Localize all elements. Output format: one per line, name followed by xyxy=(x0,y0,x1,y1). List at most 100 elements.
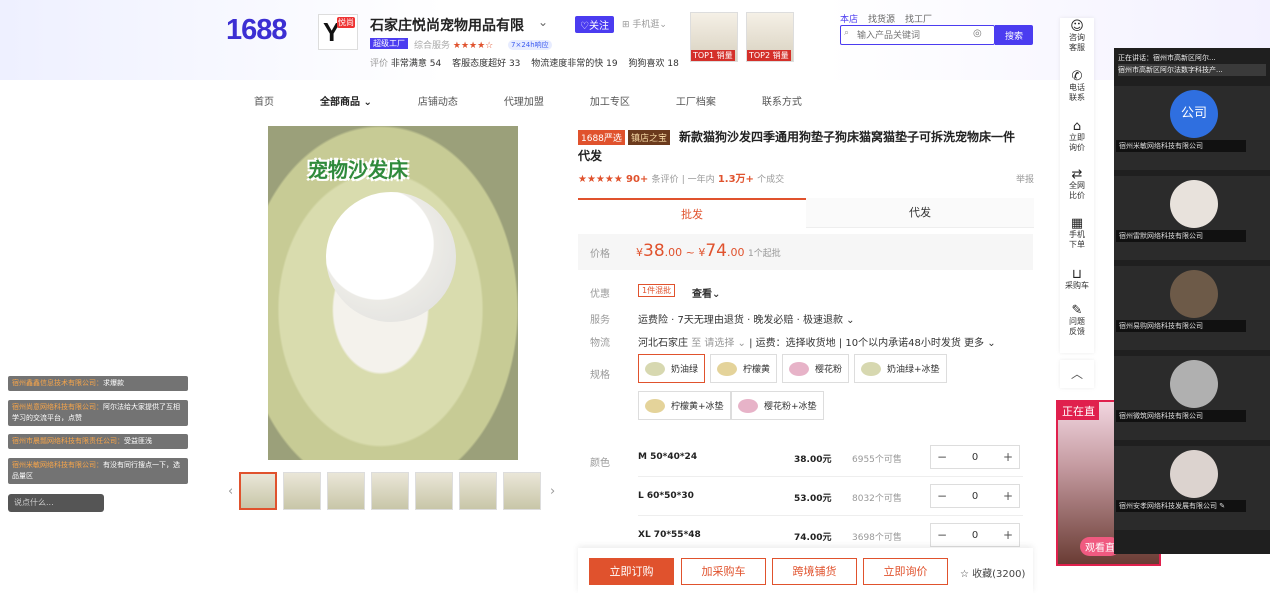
shipping-promise: 10个以内承诺48小时发货 xyxy=(845,338,961,349)
sidebar-item-chat[interactable]: ☺ 咨询 客服 xyxy=(1060,19,1094,53)
spec-option[interactable]: 奶油绿 xyxy=(638,354,706,383)
spec-option[interactable]: 奶油绿+冰垫 xyxy=(854,354,947,383)
add-cart-button[interactable]: 加采购车 xyxy=(681,558,766,585)
participant-tile[interactable]: 公司 宿州米敏网络科技有限公司 xyxy=(1114,86,1270,170)
minus-icon[interactable]: − xyxy=(937,489,947,503)
follow-button[interactable]: ♡关注 xyxy=(575,16,614,33)
inquiry-button[interactable]: 立即询价 xyxy=(863,558,948,585)
spec-option-label: 樱花粉 xyxy=(815,365,843,375)
back-to-top-button[interactable]: ︿ xyxy=(1060,360,1094,388)
spec-swatch xyxy=(789,361,809,376)
sidebar-item-compare[interactable]: ⇄ 全网 比价 xyxy=(1060,168,1094,201)
sidebar-item-label: 电话 联系 xyxy=(1069,83,1085,102)
camera-icon[interactable]: ◎ xyxy=(973,28,982,39)
quantity-value[interactable]: 0 xyxy=(972,452,978,463)
offers-view-link[interactable]: 查看⌄ xyxy=(692,285,720,300)
nav-all-products[interactable]: 全部商品 ⌄ xyxy=(320,93,372,108)
shop-name[interactable]: 石家庄悦尚宠物用品有限 xyxy=(370,15,524,35)
report-link[interactable]: 举报 xyxy=(1016,172,1034,185)
minus-icon[interactable]: − xyxy=(937,450,947,464)
top-product-thumb[interactable]: TOP2 销量 xyxy=(746,12,794,62)
nav-shop-news[interactable]: 店铺动态 xyxy=(418,93,458,108)
tab-wholesale[interactable]: 批发 xyxy=(578,198,806,228)
nav-agent[interactable]: 代理加盟 xyxy=(504,93,544,108)
plus-icon[interactable]: + xyxy=(1003,528,1013,542)
rating-item: 物流速度非常的快 19 xyxy=(531,59,618,69)
chat-icon: ☺ xyxy=(1070,19,1084,34)
chat-message: 宿州市晨瓢网络科技有限责任公司：受益匪浅 xyxy=(8,434,188,449)
chevron-right-icon[interactable]: › xyxy=(550,484,555,499)
nav-processing[interactable]: 加工专区 xyxy=(590,93,630,108)
rating-item: 客服态度超好 33 xyxy=(452,59,521,69)
logistics-more[interactable]: 更多 ⌄ xyxy=(964,338,996,349)
tab-dropship[interactable]: 代发 xyxy=(806,198,1034,228)
plus-icon[interactable]: + xyxy=(1003,489,1013,503)
nav-contact[interactable]: 联系方式 xyxy=(762,93,802,108)
plus-icon[interactable]: + xyxy=(1003,450,1013,464)
quantity-stepper: − 0 + xyxy=(930,445,1020,469)
destination-select[interactable]: 至 请选择 ⌄ xyxy=(691,338,746,349)
participant-tile[interactable]: 宿州微筑网络科技有限公司 xyxy=(1114,356,1270,440)
search-tab[interactable]: 找货源 xyxy=(868,15,895,25)
shop-logo[interactable]: Y 悦尚 xyxy=(318,14,358,50)
search-input[interactable] xyxy=(841,26,961,44)
price-sep: ~ xyxy=(685,246,695,259)
spec-label: 规格 xyxy=(590,370,610,381)
participant-tile[interactable]: 宿州安孝网络科技发展有限公司 ✎ xyxy=(1114,446,1270,530)
mobile-browse-link[interactable]: ⊞ 手机逛⌄ xyxy=(622,17,667,30)
thumbnail[interactable] xyxy=(459,472,497,510)
service-text[interactable]: 运费险 · 7天无理由退货 · 晚发必赔 · 极速退款 ⌄ xyxy=(638,311,855,326)
minus-icon[interactable]: − xyxy=(937,528,947,542)
sidebar-item-inquiry[interactable]: ⌂ 立即 询价 xyxy=(1060,120,1094,153)
sidebar-item-label: 咨询 客服 xyxy=(1069,33,1085,52)
nav-factory[interactable]: 工厂档案 xyxy=(676,93,716,108)
thumbnail[interactable] xyxy=(415,472,453,510)
nav-home[interactable]: 首页 xyxy=(254,93,274,108)
sidebar-item-mobile[interactable]: ▦ 手机 下单 xyxy=(1060,217,1094,250)
live-header: 正在直 xyxy=(1058,402,1099,420)
service-label: 综合服务 xyxy=(414,41,451,51)
thumbnail[interactable] xyxy=(327,472,365,510)
spec-option[interactable]: 樱花粉 xyxy=(782,354,850,383)
chat-input[interactable]: 说点什么... xyxy=(8,494,104,512)
review-count[interactable]: 90+ xyxy=(626,174,648,185)
site-logo[interactable]: 1688 xyxy=(226,14,288,47)
top-product-thumb[interactable]: TOP1 销量 xyxy=(690,12,738,62)
thumbnail[interactable] xyxy=(503,472,541,510)
spec-option[interactable]: 柠檬黄+冰垫 xyxy=(638,391,731,420)
quantity-value[interactable]: 0 xyxy=(972,530,978,541)
rating-item: 非常满意 54 xyxy=(390,59,442,69)
chevron-down-icon[interactable]: ⌄ xyxy=(538,15,548,29)
order-button[interactable]: 立即订购 xyxy=(589,558,674,585)
chevron-left-icon[interactable]: ‹ xyxy=(228,484,233,499)
search-icon: ⌕ xyxy=(844,28,850,38)
sidebar-item-phone[interactable]: ✆ 电话 联系 xyxy=(1060,70,1094,103)
spec-option[interactable]: 樱花粉+冰垫 xyxy=(731,391,824,420)
search-tab[interactable]: 找工厂 xyxy=(905,15,932,25)
participant-tile[interactable]: 宿州易购网络科技有限公司 xyxy=(1114,266,1270,350)
thumbnail[interactable] xyxy=(283,472,321,510)
favorite-button[interactable]: ☆ 收藏(3200) xyxy=(960,565,1025,580)
sidebar-item-label: 问题 反馈 xyxy=(1069,317,1085,336)
spec-swatch xyxy=(738,398,758,413)
sidebar-item-label: 采购车 xyxy=(1065,281,1089,290)
spec-option[interactable]: 柠檬黄 xyxy=(710,354,778,383)
cross-border-button[interactable]: 跨境铺货 xyxy=(772,558,857,585)
size-name: L 60*50*30 xyxy=(638,491,694,501)
spec-option-label: 柠檬黄 xyxy=(743,365,771,375)
quantity-value[interactable]: 0 xyxy=(972,491,978,502)
search-box xyxy=(840,25,995,45)
size-price: 38.00元 xyxy=(794,455,832,465)
search-tab[interactable]: 本店 xyxy=(840,15,858,25)
edit-icon: ✎ xyxy=(1071,303,1083,318)
sales-count: 1.3万+ xyxy=(717,174,754,185)
search-button[interactable]: 搜索 xyxy=(995,25,1033,45)
participant-tile[interactable]: 宿州雷默网络科技有限公司 xyxy=(1114,176,1270,260)
size-stock: 6955个可售 xyxy=(852,455,902,465)
thumbnail-video[interactable] xyxy=(239,472,277,510)
main-product-image[interactable]: 宠物沙发床 xyxy=(268,126,518,460)
sidebar-item-label: 全网 比价 xyxy=(1069,181,1085,200)
sidebar-item-feedback[interactable]: ✎ 问题 反馈 xyxy=(1060,303,1094,337)
sidebar-item-cart[interactable]: ⊔ 采购车 xyxy=(1060,268,1094,291)
thumbnail[interactable] xyxy=(371,472,409,510)
